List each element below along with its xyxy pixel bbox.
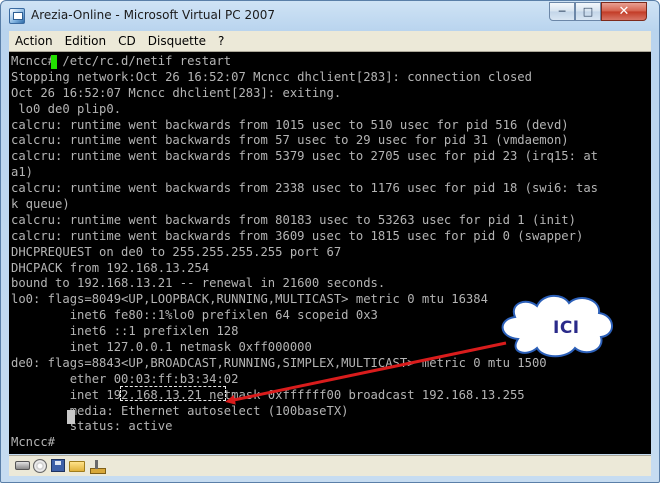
- terminal-line: calcru: runtime went backwards from 57 u…: [11, 133, 569, 148]
- terminal-line: ether 00:03:ff:b3:34:02: [11, 371, 239, 386]
- terminal-line: inet 127.0.0.1 netmask 0xff000000: [11, 340, 312, 355]
- terminal-line: k queue): [11, 197, 70, 212]
- terminal-line: calcru: runtime went backwards from 5379…: [11, 149, 598, 164]
- terminal-line: calcru: runtime went backwards from 3609…: [11, 228, 584, 243]
- ici-annotation-label: ICI: [553, 318, 580, 338]
- menu-action[interactable]: Action: [9, 31, 59, 51]
- terminal-line: calcru: runtime went backwards from 1015…: [11, 117, 569, 132]
- network-adapter-icon[interactable]: [89, 459, 106, 474]
- minimize-button[interactable]: ─: [549, 2, 575, 21]
- virtual-pc-window: Arezia-Online - Microsoft Virtual PC 200…: [0, 0, 660, 483]
- terminal-line: Mcncc# /etc/rc.d/netif restart: [11, 54, 232, 68]
- ip-address-highlight: [120, 386, 226, 401]
- terminal-line: de0: flags=8843<UP,BROADCAST,RUNNING,SIM…: [11, 355, 547, 370]
- terminal-line: status: active: [11, 419, 173, 434]
- terminal-line: calcru: runtime went backwards from 2338…: [11, 181, 598, 196]
- terminal-line: calcru: runtime went backwards from 8018…: [11, 212, 576, 227]
- terminal-line: bound to 192.168.13.21 -- renewal in 216…: [11, 276, 386, 291]
- menu-disquette[interactable]: Disquette: [142, 31, 212, 51]
- shared-folder-icon[interactable]: [69, 461, 85, 472]
- terminal-line: inet 192.168.13.21 netmask 0xffffff00 br…: [11, 387, 525, 402]
- menu-help[interactable]: ?: [212, 31, 230, 51]
- cd-rom-icon[interactable]: [33, 459, 47, 473]
- terminal-cursor: [67, 410, 75, 424]
- terminal-output: Mcncc# /etc/rc.d/netif restart Stopping n…: [11, 54, 598, 451]
- vm-console-screen[interactable]: Mcncc# /etc/rc.d/netif restart Stopping n…: [9, 52, 651, 454]
- terminal-line: inet6 fe80::1%lo0 prefixlen 64 scopeid 0…: [11, 308, 378, 323]
- maximize-button[interactable]: □: [575, 2, 601, 21]
- hard-disk-icon[interactable]: [15, 461, 30, 470]
- status-bar: [9, 455, 651, 476]
- terminal-line: Stopping network:Oct 26 16:52:07 Mcncc d…: [11, 69, 532, 84]
- terminal-line: Mcncc#: [11, 435, 63, 450]
- window-title: Arezia-Online - Microsoft Virtual PC 200…: [31, 8, 275, 22]
- terminal-line: lo0: flags=8049<UP,LOOPBACK,RUNNING,MULT…: [11, 292, 488, 307]
- virtual-pc-app-icon: [9, 8, 25, 24]
- title-bar[interactable]: Arezia-Online - Microsoft Virtual PC 200…: [1, 1, 659, 31]
- menu-bar: Action Edition CD Disquette ?: [9, 31, 651, 52]
- terminal-line: lo0 de0 plip0.: [11, 101, 122, 116]
- command-marker: [51, 55, 57, 69]
- menu-edition[interactable]: Edition: [59, 31, 113, 51]
- terminal-line: media: Ethernet autoselect (100baseTX): [11, 403, 349, 418]
- terminal-line: DHCPREQUEST on de0 to 255.255.255.255 po…: [11, 244, 342, 259]
- terminal-line: Oct 26 16:52:07 Mcncc dhclient[283]: exi…: [11, 85, 342, 100]
- terminal-line: a1): [11, 165, 34, 180]
- terminal-line: DHCPACK from 192.168.13.254: [11, 260, 210, 275]
- terminal-line: inet6 ::1 prefixlen 128: [11, 324, 239, 339]
- close-button[interactable]: ✕: [601, 2, 647, 21]
- floppy-disk-icon[interactable]: [51, 459, 65, 472]
- menu-cd[interactable]: CD: [112, 31, 142, 51]
